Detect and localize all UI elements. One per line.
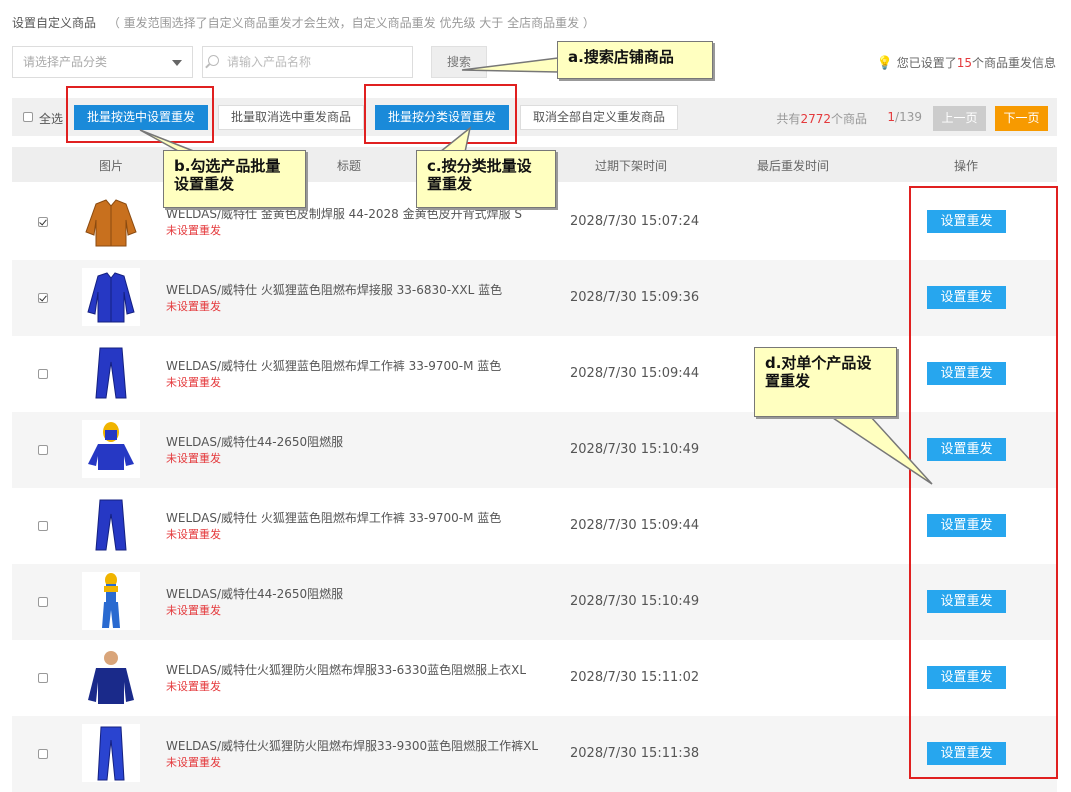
pointer-d [827,415,933,485]
callout-b: b.勾选产品批量设置重发 [163,150,306,208]
callout-d: d.对单个产品设置重发 [754,347,897,417]
callout-c: c.按分类批量设置重发 [416,150,556,208]
pointer-c [437,126,472,153]
pointer-a [461,57,559,73]
callout-pointers [139,57,933,485]
page: 设置自定义商品 （ 重发范围选择了自定义商品重发才会生效，自定义商品重发 优先级… [0,0,1071,792]
pointer-b [139,129,197,153]
callout-a: a.搜索店铺商品 [557,41,713,79]
